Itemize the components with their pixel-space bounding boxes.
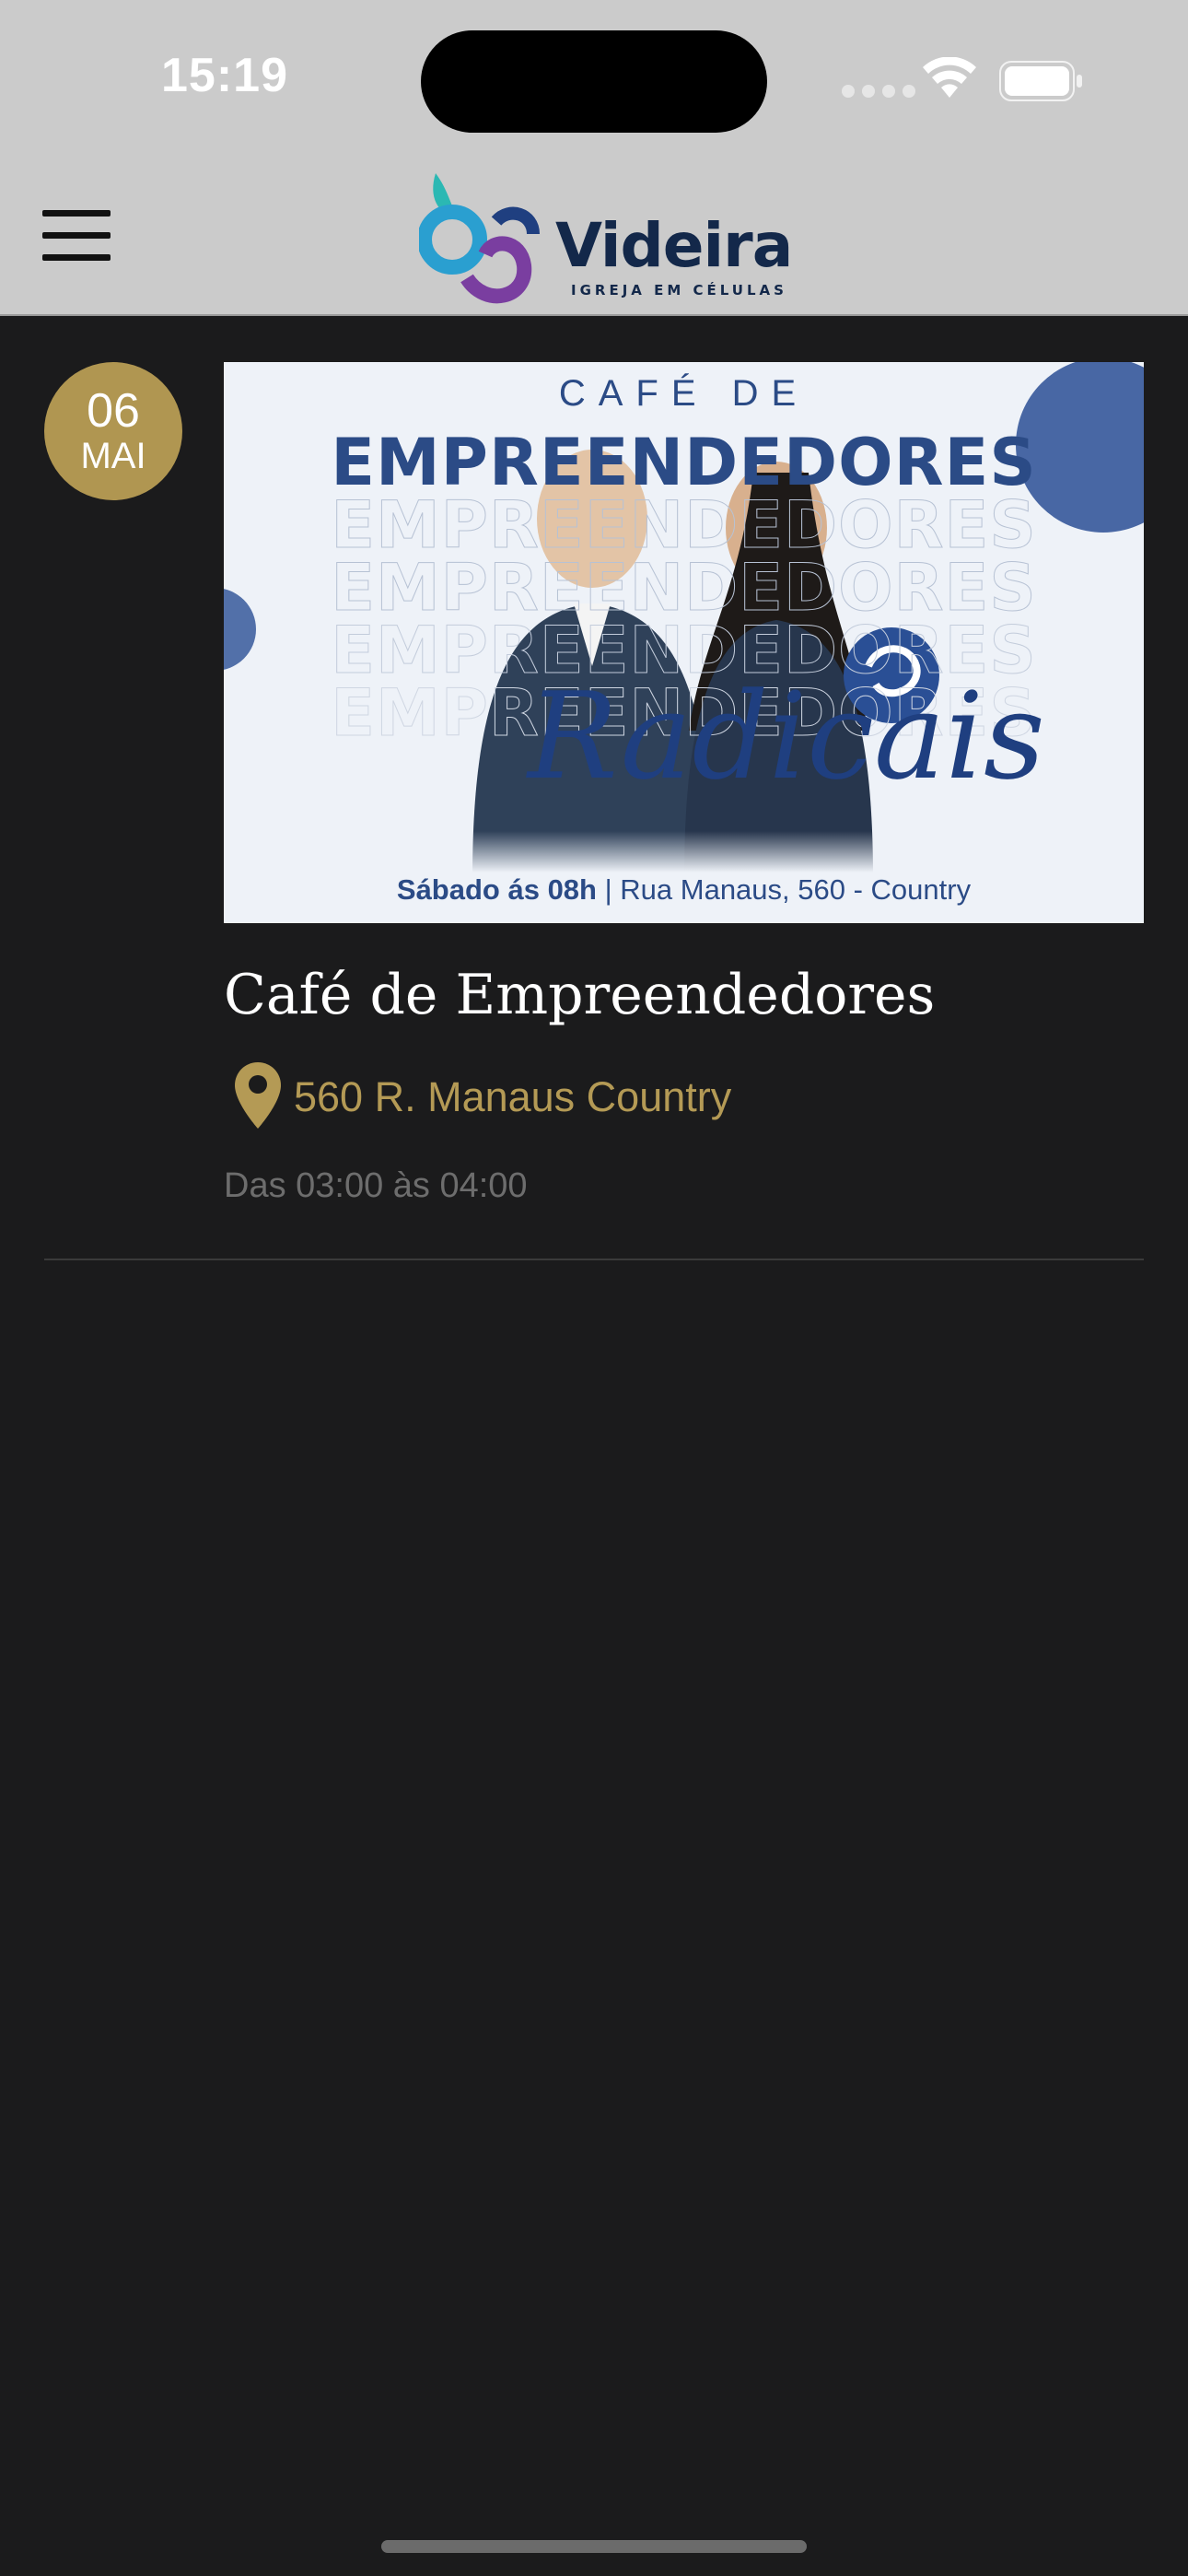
signal-icon	[842, 85, 923, 102]
logo-tagline: IGREJA EM CÉLULAS	[571, 282, 787, 299]
battery-icon	[999, 61, 1084, 106]
event-time: Das 03:00 às 04:00	[224, 1166, 528, 1205]
list-divider	[44, 1259, 1144, 1260]
banner-caption: Sábado ás 08h | Rua Manaus, 560 - Countr…	[224, 873, 1144, 907]
hamburger-menu-icon[interactable]	[42, 210, 111, 263]
event-banner-image[interactable]: CAFÉ DE EMPREENDEDORES EMPREENDEDORES EM…	[224, 362, 1144, 923]
event-date-day: 06	[87, 384, 140, 438]
videira-logo: Videira IGREJA EM CÉLULAS	[419, 170, 793, 308]
event-date-badge: 06 MAI	[44, 362, 182, 500]
home-indicator[interactable]	[381, 2540, 807, 2553]
logo-wordmark: Videira	[555, 210, 793, 281]
event-location-text: 560 R. Manaus Country	[294, 1073, 732, 1120]
event-title[interactable]: Café de Empreendedores	[224, 963, 935, 1027]
event-location-link[interactable]: 560 R. Manaus Country	[235, 1061, 732, 1133]
banner-script-text: Radicais	[528, 666, 1045, 806]
banner-kicker-text: CAFÉ DE	[558, 373, 809, 414]
banner-caption-bold: Sábado ás 08h	[396, 873, 597, 906]
event-date-month: MAI	[80, 436, 146, 476]
banner-caption-rest: | Rua Manaus, 560 - Country	[604, 873, 972, 906]
wifi-icon	[921, 56, 978, 104]
status-time: 15:19	[161, 49, 288, 102]
app-header: 15:19 Videira IGREJA EM CÉLULAS	[0, 0, 1188, 316]
dynamic-island	[421, 30, 767, 133]
location-pin-icon	[235, 1061, 281, 1133]
